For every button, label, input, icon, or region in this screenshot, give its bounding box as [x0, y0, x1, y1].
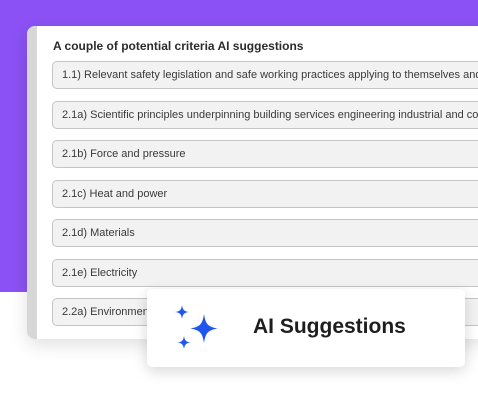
panel-title: A couple of potential criteria AI sugges… — [53, 39, 304, 53]
criteria-item-1-1[interactable]: 1.1) Relevant safety legislation and saf… — [52, 61, 478, 89]
criteria-item-2-1a[interactable]: 2.1a) Scientific principles underpinning… — [52, 100, 478, 129]
ai-suggestions-label: AI Suggestions — [253, 315, 406, 338]
criteria-item-2-1d[interactable]: 2.1d) Materials — [52, 219, 478, 247]
criteria-item-2-1c[interactable]: 2.1c) Heat and power — [52, 179, 478, 208]
panel-stripe — [27, 26, 37, 339]
ai-suggestions-card[interactable]: AI Suggestions — [147, 289, 465, 367]
sparkles-icon — [175, 305, 218, 349]
criteria-item-2-1e[interactable]: 2.1e) Electricity — [52, 258, 478, 287]
criteria-item-2-1b[interactable]: 2.1b) Force and pressure — [52, 140, 478, 168]
